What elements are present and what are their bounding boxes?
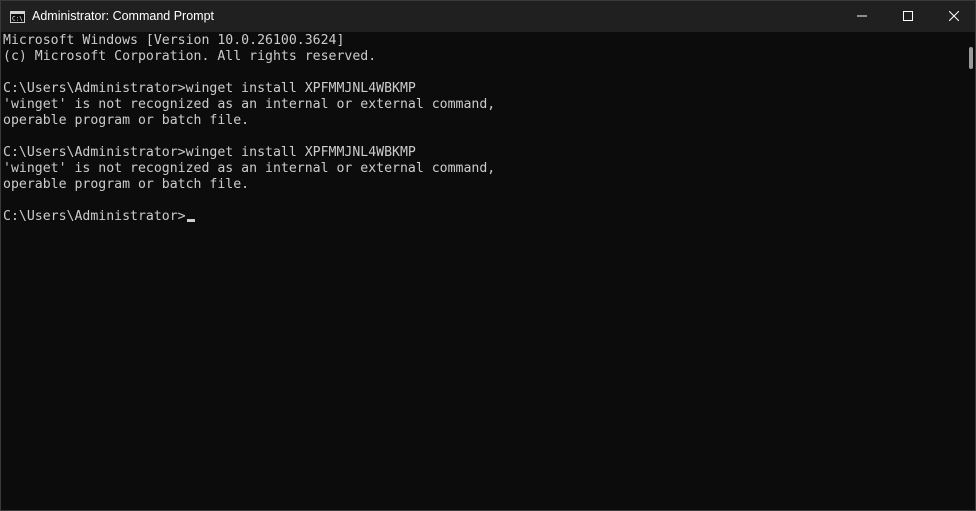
console-line: operable program or batch file. (3, 113, 250, 128)
prompt-text: C:\Users\Administrator> (3, 209, 186, 224)
console-line: C:\Users\Administrator>winget install XP… (3, 81, 416, 96)
vertical-scrollbar[interactable] (967, 32, 975, 510)
title-bar[interactable]: C:\ Administrator: Command Prompt (1, 1, 975, 32)
maximize-icon (903, 8, 913, 26)
maximize-button[interactable] (885, 1, 931, 32)
console-line: C:\Users\Administrator>winget install XP… (3, 145, 416, 160)
window-title: Administrator: Command Prompt (32, 9, 215, 23)
minimize-button[interactable] (839, 1, 885, 32)
cmd-icon[interactable]: C:\ (10, 10, 25, 23)
svg-text:C:\: C:\ (12, 16, 23, 23)
console-line: operable program or batch file. (3, 177, 250, 192)
text-cursor (186, 219, 195, 222)
console-line: 'winget' is not recognized as an interna… (3, 97, 496, 112)
prompt-line[interactable]: C:\Users\Administrator> (3, 209, 195, 225)
command-prompt-window: C:\ Administrator: Command Prompt Micros… (0, 0, 976, 511)
console-line: (c) Microsoft Corporation. All rights re… (3, 49, 377, 64)
close-button[interactable] (931, 1, 975, 32)
scrollbar-thumb[interactable] (969, 47, 973, 69)
close-icon (948, 8, 960, 26)
minimize-icon (857, 8, 867, 26)
console-output[interactable]: Microsoft Windows [Version 10.0.26100.36… (1, 32, 967, 510)
console-line: 'winget' is not recognized as an interna… (3, 161, 496, 176)
console-line: Microsoft Windows [Version 10.0.26100.36… (3, 33, 345, 48)
